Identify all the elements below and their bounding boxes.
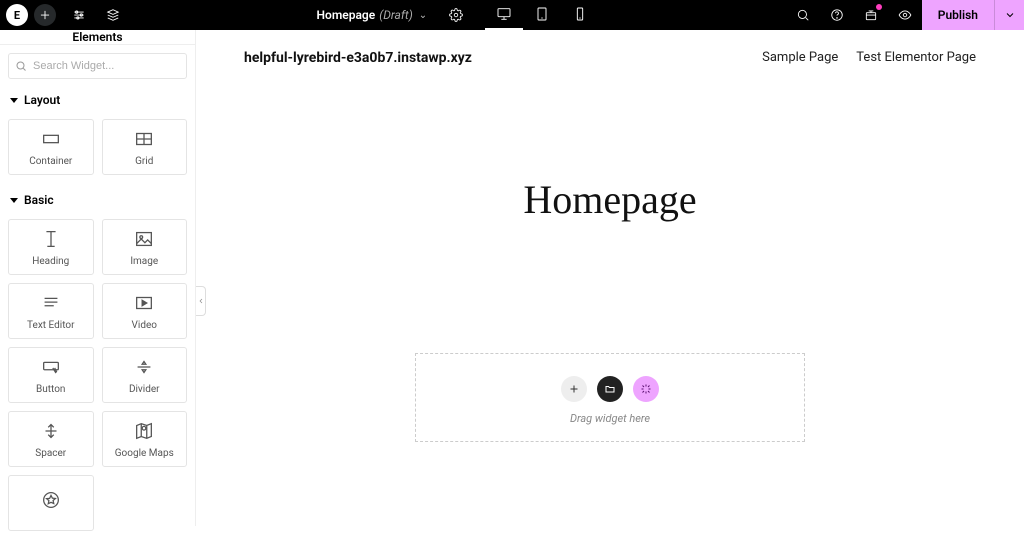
widget-grid[interactable]: Grid	[102, 119, 188, 175]
widget-google-maps[interactable]: Google Maps	[102, 411, 188, 467]
help-button[interactable]	[820, 0, 854, 30]
heading-icon	[40, 228, 62, 250]
publish-button[interactable]: Publish	[922, 8, 994, 22]
widget-button[interactable]: Button	[8, 347, 94, 403]
widget-dropzone[interactable]: Drag widget here	[415, 353, 805, 442]
widget-search[interactable]	[8, 53, 187, 79]
widget-icon[interactable]	[8, 475, 94, 531]
dropzone-label: Drag widget here	[416, 412, 804, 425]
nav-link-test-elementor[interactable]: Test Elementor Page	[856, 50, 976, 65]
widget-text-editor[interactable]: Text Editor	[8, 283, 94, 339]
device-tablet-button[interactable]	[523, 0, 561, 30]
button-icon	[40, 356, 62, 378]
text-editor-icon	[40, 292, 62, 314]
elements-panel: Elements Layout Container Grid Basic Hea…	[0, 30, 196, 526]
elementor-logo[interactable]: E	[6, 4, 28, 26]
search-icon	[15, 60, 27, 72]
add-section-button[interactable]	[561, 376, 587, 402]
preview-button[interactable]	[888, 0, 922, 30]
star-icon	[40, 489, 62, 511]
add-template-button[interactable]	[597, 376, 623, 402]
widget-image[interactable]: Image	[102, 219, 188, 275]
page-settings-button[interactable]	[439, 0, 473, 30]
category-basic[interactable]: Basic	[0, 183, 195, 211]
editor-canvas[interactable]: helpful-lyrebird-e3a0b7.instawp.xyz Samp…	[196, 30, 1024, 526]
widget-heading[interactable]: Heading	[8, 219, 94, 275]
grid-icon	[133, 128, 155, 150]
document-name: Homepage	[317, 8, 376, 22]
device-mobile-button[interactable]	[561, 0, 599, 30]
site-url: helpful-lyrebird-e3a0b7.instawp.xyz	[244, 50, 472, 66]
category-layout[interactable]: Layout	[0, 83, 195, 111]
site-settings-button[interactable]	[62, 0, 96, 30]
video-icon	[133, 292, 155, 314]
divider-icon	[133, 356, 155, 378]
whats-new-button[interactable]	[854, 0, 888, 30]
spacer-icon	[40, 420, 62, 442]
widget-divider[interactable]: Divider	[102, 347, 188, 403]
widget-container[interactable]: Container	[8, 119, 94, 175]
widget-search-input[interactable]	[33, 60, 180, 72]
page-hero-title: Homepage	[196, 176, 1024, 223]
widget-spacer[interactable]: Spacer	[8, 411, 94, 467]
panel-title: Elements	[0, 30, 195, 45]
widget-video[interactable]: Video	[102, 283, 188, 339]
add-element-button[interactable]	[34, 4, 56, 26]
structure-button[interactable]	[96, 0, 130, 30]
ai-button[interactable]	[633, 376, 659, 402]
device-desktop-button[interactable]	[485, 0, 523, 30]
document-status: (Draft)	[379, 8, 413, 22]
image-icon	[133, 228, 155, 250]
nav-link-sample-page[interactable]: Sample Page	[762, 50, 838, 65]
finder-search-button[interactable]	[786, 0, 820, 30]
document-title[interactable]: Homepage (Draft) ⌄	[317, 8, 428, 22]
panel-collapse-handle[interactable]	[196, 286, 206, 316]
top-bar: E Homepage (Draft) ⌄	[0, 0, 1024, 30]
publish-options-button[interactable]	[994, 0, 1024, 30]
chevron-down-icon: ⌄	[419, 10, 427, 21]
map-icon	[133, 420, 155, 442]
notification-dot-icon	[876, 4, 882, 10]
container-icon	[40, 128, 62, 150]
